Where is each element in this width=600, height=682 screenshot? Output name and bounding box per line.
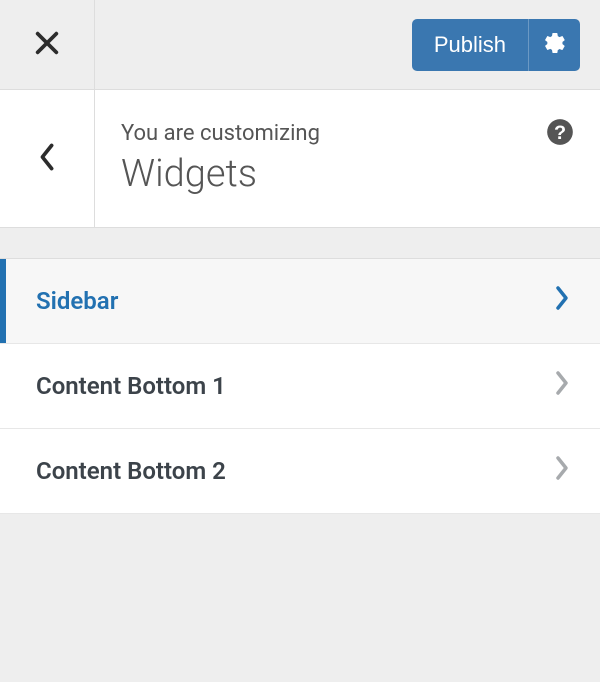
widget-area-label: Content Bottom 1 [36, 372, 226, 400]
header-subtitle: You are customizing [121, 121, 320, 146]
back-button[interactable] [0, 90, 95, 227]
chevron-right-icon [554, 455, 570, 487]
widget-area-sidebar[interactable]: Sidebar [0, 258, 600, 343]
help-button[interactable]: ? [546, 118, 574, 150]
publish-label: Publish [434, 32, 506, 58]
help-icon: ? [546, 131, 574, 150]
header-main: You are customizing Widgets ? [95, 90, 600, 227]
widget-area-label: Content Bottom 2 [36, 457, 226, 485]
widget-area-label: Sidebar [36, 287, 118, 315]
publish-group: Publish [412, 19, 580, 71]
header-title: Widgets [121, 152, 320, 196]
widget-area-content-bottom-2[interactable]: Content Bottom 2 [0, 428, 600, 514]
header-text: You are customizing Widgets [121, 121, 320, 196]
widget-area-content-bottom-1[interactable]: Content Bottom 1 [0, 343, 600, 428]
chevron-right-icon [554, 285, 570, 317]
topbar: Publish [0, 0, 600, 90]
panel-header: You are customizing Widgets ? [0, 90, 600, 228]
chevron-left-icon [37, 142, 57, 176]
close-button[interactable] [0, 0, 95, 89]
topbar-right: Publish [95, 0, 600, 89]
chevron-right-icon [554, 370, 570, 402]
widget-area-list: Sidebar Content Bottom 1 Content Bottom … [0, 258, 600, 514]
svg-text:?: ? [554, 122, 566, 144]
gear-icon [543, 31, 567, 58]
publish-settings-button[interactable] [528, 19, 580, 71]
publish-button[interactable]: Publish [412, 19, 528, 71]
close-icon [33, 29, 61, 61]
